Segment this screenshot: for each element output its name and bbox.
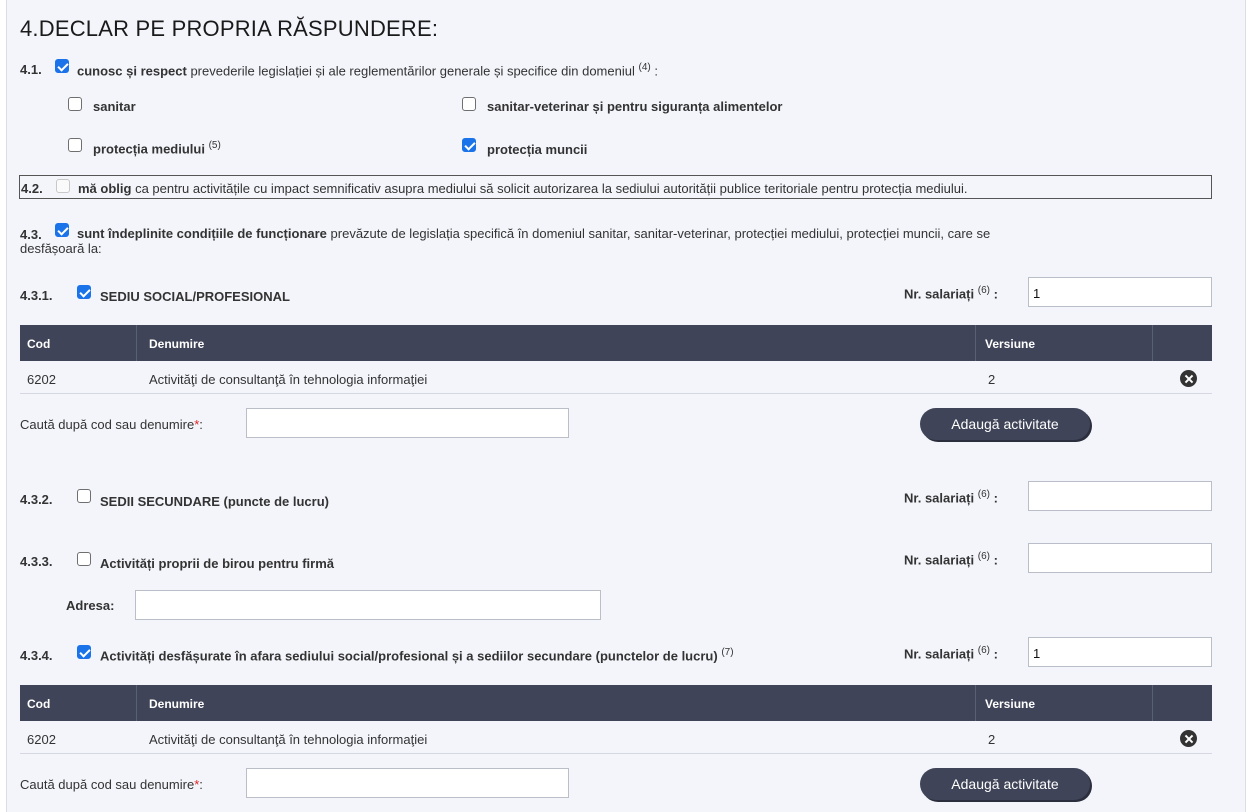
section-4-3-2-number: 4.3.2. xyxy=(20,492,53,507)
checkbox-sanitar-veterinar[interactable] xyxy=(462,97,476,111)
checkbox-4-3[interactable] xyxy=(55,223,69,237)
adresa-label: Adresa: xyxy=(66,598,115,613)
section-4-1-bold: cunosc și respect xyxy=(77,63,187,79)
search-label-2: Caută după cod sau denumire*: xyxy=(20,777,203,792)
table-row: 6202 Activităţi de consultanţă în tehnol… xyxy=(20,363,1212,394)
section-4-2-body: ca pentru activitățile cu impact semnifi… xyxy=(135,181,968,196)
section-4-3-4-label: Activități desfășurate în afara sediului… xyxy=(100,647,734,663)
cell-versiune: 2 xyxy=(988,732,996,747)
section-4-3-4-label-text: Activități desfășurate în afara sediului… xyxy=(100,648,718,664)
checkbox-4-3-2[interactable] xyxy=(77,489,91,503)
search-label-colon: : xyxy=(199,417,203,432)
footnote-5: (5) xyxy=(208,140,221,151)
col-cod: Cod xyxy=(27,697,51,711)
checkbox-4-1[interactable] xyxy=(55,59,69,73)
section-4-3-text-cont: desfășoară la: xyxy=(20,241,102,256)
option-protectia-mediului-label: protecția mediului xyxy=(93,141,205,157)
nr-salariati-input-1[interactable]: 1 xyxy=(1028,277,1212,307)
nr-salariati-colon: : xyxy=(993,490,998,506)
col-versiune: Versiune xyxy=(985,337,1036,351)
nr-salariati-text: Nr. salariați xyxy=(904,646,975,662)
search-input-1[interactable] xyxy=(246,408,569,438)
section-4-3-bold: sunt îndeplinite condițiile de funcționa… xyxy=(77,226,327,241)
nr-salariati-label-1: Nr. salariați (6) : xyxy=(904,285,998,301)
section-4-3-number: 4.3. xyxy=(20,227,42,242)
adresa-input[interactable] xyxy=(135,590,601,620)
footnote-6: (6) xyxy=(977,551,990,562)
cell-denumire: Activităţi de consultanţă în tehnologia … xyxy=(149,732,428,747)
footnote-6: (6) xyxy=(977,645,990,656)
checkbox-4-2[interactable] xyxy=(56,179,70,193)
search-label-colon: : xyxy=(199,777,203,792)
section-4-3-3-label: Activități proprii de birou pentru firmă xyxy=(100,556,335,571)
remove-icon[interactable] xyxy=(1180,370,1197,387)
option-protectia-mediului: protecția mediului (5) xyxy=(93,140,221,156)
checkbox-4-3-1[interactable] xyxy=(77,285,91,299)
search-input-2[interactable] xyxy=(246,768,569,798)
section-4-1-number: 4.1. xyxy=(20,62,42,77)
nr-salariati-colon: : xyxy=(993,286,998,302)
section-4-3-2-label: SEDII SECUNDARE (puncte de lucru) xyxy=(100,494,329,509)
checkbox-protectia-muncii[interactable] xyxy=(462,138,476,152)
footnote-6: (6) xyxy=(977,285,990,296)
footnote-7: (7) xyxy=(721,647,734,658)
col-denumire: Denumire xyxy=(149,697,205,711)
footnote-4: (4) xyxy=(638,62,651,73)
section-4-3-1-label: SEDIU SOCIAL/PROFESIONAL xyxy=(100,289,290,304)
search-label-text: Caută după cod sau denumire xyxy=(20,777,195,792)
remove-icon[interactable] xyxy=(1180,730,1197,747)
nr-salariati-colon: : xyxy=(993,552,998,568)
add-activity-button-2[interactable]: Adaugă activitate xyxy=(920,768,1090,800)
footnote-6: (6) xyxy=(977,489,990,500)
search-label-1: Caută după cod sau denumire*: xyxy=(20,417,203,432)
nr-salariati-input-2[interactable] xyxy=(1028,481,1212,511)
nr-salariati-input-4[interactable]: 1 xyxy=(1028,637,1212,667)
section-4-1-colon: : xyxy=(654,63,658,79)
add-activity-button-1[interactable]: Adaugă activitate xyxy=(920,408,1090,440)
section-title: 4.DECLAR PE PROPRIA RĂSPUNDERE: xyxy=(20,16,439,41)
col-versiune: Versiune xyxy=(985,697,1036,711)
activities-table-header-2: Cod Denumire Versiune xyxy=(20,685,1212,721)
checkbox-4-3-4[interactable] xyxy=(77,645,91,659)
cell-denumire: Activităţi de consultanţă în tehnologia … xyxy=(149,372,428,387)
cell-cod: 6202 xyxy=(27,372,56,387)
section-4-3-4-number: 4.3.4. xyxy=(20,648,53,663)
nr-salariati-text: Nr. salariați xyxy=(904,552,975,568)
checkbox-sanitar[interactable] xyxy=(68,97,82,111)
col-denumire: Denumire xyxy=(149,337,205,351)
option-protectia-muncii: protecția muncii xyxy=(487,142,588,157)
section-4-3-text: sunt îndeplinite condițiile de funcționa… xyxy=(77,226,990,241)
section-4-3-body: prevăzute de legislația specifică în dom… xyxy=(330,226,991,241)
nr-salariati-colon: : xyxy=(993,646,998,662)
option-sanitar-veterinar: sanitar-veterinar și pentru siguranța al… xyxy=(487,99,783,114)
table-row: 6202 Activităţi de consultanţă în tehnol… xyxy=(20,723,1212,754)
section-4-2-number: 4.2. xyxy=(21,181,43,196)
option-sanitar: sanitar xyxy=(93,99,136,114)
cell-cod: 6202 xyxy=(27,732,56,747)
nr-salariati-label-2: Nr. salariați (6) : xyxy=(904,489,998,505)
section-4-2-bold: mă oblig xyxy=(78,181,132,196)
nr-salariati-label-4: Nr. salariați (6) : xyxy=(904,645,998,661)
nr-salariati-label-3: Nr. salariați (6) : xyxy=(904,551,998,567)
nr-salariati-text: Nr. salariați xyxy=(904,490,975,506)
section-4-3-1-number: 4.3.1. xyxy=(20,288,53,303)
section-4-1-text: cunosc și respect prevederile legislație… xyxy=(77,62,658,78)
col-cod: Cod xyxy=(27,337,51,351)
activities-table-header-1: Cod Denumire Versiune xyxy=(20,325,1212,361)
search-label-text: Caută după cod sau denumire xyxy=(20,417,195,432)
nr-salariati-text: Nr. salariați xyxy=(904,286,975,302)
section-4-1-body: prevederile legislației și ale reglement… xyxy=(190,63,635,79)
section-4-3-3-number: 4.3.3. xyxy=(20,554,53,569)
section-4-2-text: mă oblig ca pentru activitățile cu impac… xyxy=(78,181,967,196)
nr-salariati-input-3[interactable] xyxy=(1028,543,1212,573)
cell-versiune: 2 xyxy=(988,372,996,387)
checkbox-protectia-mediului[interactable] xyxy=(68,138,82,152)
checkbox-4-3-3[interactable] xyxy=(77,552,91,566)
